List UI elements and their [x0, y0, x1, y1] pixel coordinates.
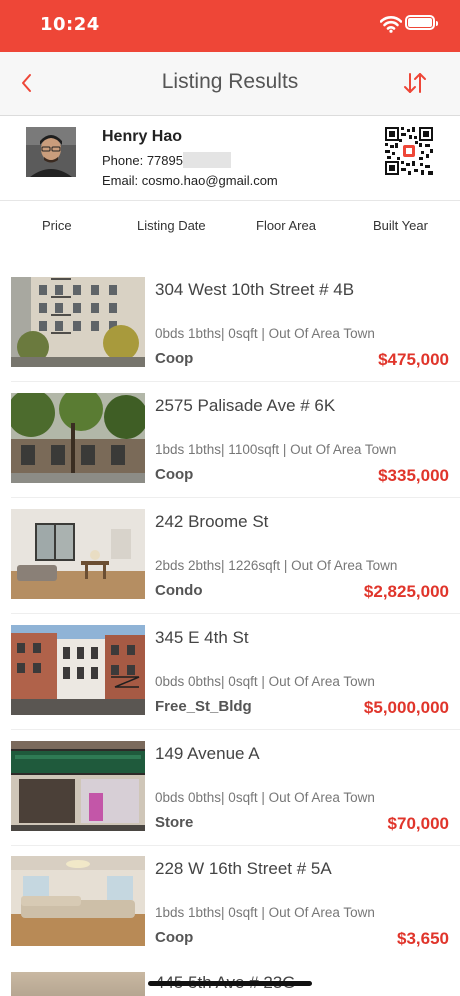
sort-option-built-year[interactable]: Built Year	[373, 218, 428, 233]
battery-icon	[405, 15, 438, 30]
listing-property-type: Coop	[155, 466, 194, 483]
sort-option-floor-area[interactable]: Floor Area	[256, 218, 316, 233]
listing-address: 345 E 4th St	[155, 628, 249, 647]
divider	[11, 613, 460, 614]
listing-price: $2,825,000	[363, 582, 449, 601]
listing-item[interactable]: 304 West 10th Street # 4B 0bds 1bths| 0s…	[0, 277, 460, 392]
divider	[11, 497, 460, 498]
agent-email: Email: cosmo.hao@gmail.com	[102, 173, 278, 188]
sort-toggle-icon[interactable]	[400, 68, 430, 98]
status-bar: 10:24	[0, 0, 460, 52]
agent-card: Henry Hao Phone: 77895 Email: cosmo.hao@…	[0, 117, 460, 201]
agent-avatar	[26, 127, 76, 177]
listing-item[interactable]: 228 W 16th Street # 5A 1bds 1bths| 0sqft…	[0, 856, 460, 971]
home-indicator	[148, 981, 312, 986]
listing-photo	[11, 972, 145, 996]
listing-photo	[11, 393, 145, 483]
listing-price: $475,000	[378, 350, 449, 369]
nav-bar: Listing Results	[0, 52, 460, 116]
sort-options-bar: Price Listing Date Floor Area Built Year	[0, 202, 460, 248]
listing-item[interactable]: 149 Avenue A 0bds 0bths| 0sqft | Out Of …	[0, 741, 460, 856]
listing-price: $5,000,000	[363, 698, 449, 717]
listing-property-type: Store	[155, 814, 194, 831]
listing-photo	[11, 277, 145, 367]
sort-option-price[interactable]: Price	[42, 218, 72, 233]
listing-photo	[11, 741, 145, 831]
divider	[11, 381, 460, 382]
listing-specs: 1bds 1bths| 0sqft | Out Of Area Town	[155, 905, 375, 920]
listing-property-type: Free_St_Bldg	[155, 698, 252, 715]
listing-specs: 0bds 1bths| 0sqft | Out Of Area Town	[155, 326, 375, 341]
listing-item[interactable]: 242 Broome St 2bds 2bths| 1226sqft | Out…	[0, 509, 460, 624]
listing-price: $3,650	[397, 929, 449, 948]
listing-address: 2575 Palisade Ave # 6K	[155, 396, 336, 415]
listing-price: $70,000	[387, 814, 449, 833]
wifi-icon	[380, 16, 402, 33]
qr-code-icon[interactable]	[385, 127, 433, 175]
listing-property-type: Coop	[155, 350, 194, 367]
listing-address: 149 Avenue A	[155, 744, 260, 763]
listing-property-type: Condo	[155, 582, 203, 599]
listing-price: $335,000	[378, 466, 449, 485]
listing-address: 242 Broome St	[155, 512, 269, 531]
listing-photo	[11, 625, 145, 715]
listing-address: 304 West 10th Street # 4B	[155, 280, 355, 299]
listing-property-type: Coop	[155, 929, 194, 946]
listing-specs: 1bds 1bths| 1100sqft | Out Of Area Town	[155, 442, 397, 457]
listing-photo	[11, 856, 145, 946]
listing-specs: 2bds 2bths| 1226sqft | Out Of Area Town	[155, 558, 398, 573]
listing-specs: 0bds 0bths| 0sqft | Out Of Area Town	[155, 674, 375, 689]
divider	[11, 845, 460, 846]
listing-photo	[11, 509, 145, 599]
listing-address: 228 W 16th Street # 5A	[155, 859, 332, 878]
status-time: 10:24	[40, 14, 100, 35]
phone-redaction	[182, 152, 231, 168]
page-title: Listing Results	[161, 70, 299, 93]
agent-phone: Phone: 77895	[102, 152, 231, 168]
listing-item[interactable]: 2575 Palisade Ave # 6K 1bds 1bths| 1100s…	[0, 393, 460, 508]
agent-name: Henry Hao	[102, 128, 183, 145]
sort-option-listing-date[interactable]: Listing Date	[137, 218, 206, 233]
listing-specs: 0bds 0bths| 0sqft | Out Of Area Town	[155, 790, 375, 805]
divider	[11, 729, 460, 730]
listing-item[interactable]: 345 E 4th St 0bds 0bths| 0sqft | Out Of …	[0, 625, 460, 740]
